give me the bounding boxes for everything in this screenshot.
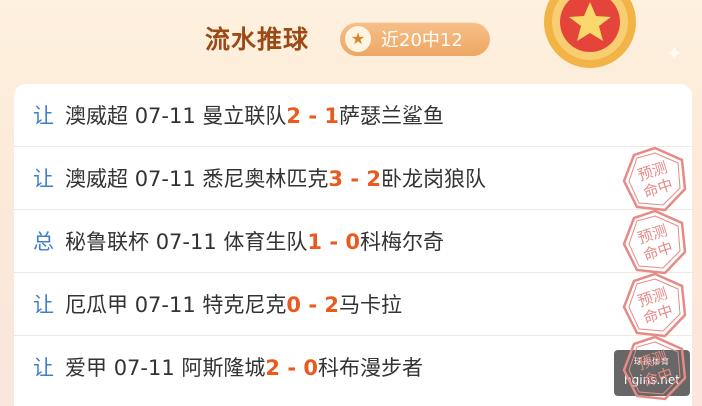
match-text: 澳威超 07-11 曼立联队2 - 1萨瑟兰鲨鱼 <box>65 100 444 130</box>
match-text: 秘鲁联杯 07-11 体育生队1 - 0科梅尔奇 <box>65 226 444 256</box>
match-date: 07-11 <box>155 230 217 254</box>
home-team: 体育生队 <box>223 230 308 254</box>
prediction-hit-stamp: 预测命中 <box>622 209 687 275</box>
away-score: 0 <box>303 356 318 380</box>
away-score: 0 <box>345 230 360 254</box>
score-separator: - <box>343 167 367 191</box>
bet-type-label: 让 <box>33 293 54 317</box>
away-team: 萨瑟兰鲨鱼 <box>339 104 444 128</box>
score-separator: - <box>301 293 325 317</box>
league-name: 爱甲 <box>65 356 107 380</box>
away-team: 科梅尔奇 <box>360 230 444 254</box>
bet-type-label: 让 <box>33 167 54 191</box>
record-badge: ★ 近20中12 <box>340 22 490 56</box>
away-team: 马卡拉 <box>339 293 402 317</box>
record-text: 近20中12 <box>381 30 463 51</box>
match-date: 07-11 <box>134 167 196 191</box>
bet-type-label: 让 <box>33 356 54 380</box>
match-row[interactable]: 让厄瓜甲 07-11 特克尼克0 - 2马卡拉 <box>14 273 692 336</box>
away-team: 科布漫步者 <box>318 356 423 380</box>
star-icon: ★ <box>345 26 371 52</box>
away-score: 2 <box>366 167 381 191</box>
match-date: 07-11 <box>113 356 175 380</box>
match-text: 厄瓜甲 07-11 特克尼克0 - 2马卡拉 <box>65 289 402 319</box>
home-team: 曼立联队 <box>202 104 287 128</box>
away-score: 2 <box>324 293 339 317</box>
match-date: 07-11 <box>134 293 196 317</box>
page: ✦ 流水推球 ★ 近20中12 让澳威超 07-11 曼立联队2 - 1萨瑟兰鲨… <box>0 0 702 406</box>
match-row[interactable]: 让澳威超 07-11 曼立联队2 - 1萨瑟兰鲨鱼 <box>14 84 692 147</box>
league-name: 澳威超 <box>65 167 128 191</box>
home-team: 悉尼奥林匹克 <box>202 167 329 191</box>
away-team: 卧龙岗狼队 <box>381 167 486 191</box>
score-separator: - <box>301 104 325 128</box>
home-score: 2 <box>265 356 281 380</box>
prediction-hit-stamp: 预测命中 <box>622 146 687 212</box>
home-team: 阿斯隆城 <box>181 356 266 380</box>
home-score: 0 <box>286 293 302 317</box>
home-score: 2 <box>286 104 302 128</box>
score-separator: - <box>322 230 346 254</box>
match-row[interactable]: 让爱甲 07-11 阿斯隆城2 - 0科布漫步者 <box>14 336 692 398</box>
home-team: 特克尼克 <box>202 293 287 317</box>
page-title: 流水推球 <box>205 25 310 54</box>
match-date: 07-11 <box>134 104 196 128</box>
league-name: 秘鲁联杯 <box>65 230 149 254</box>
bet-type-label: 总 <box>33 230 54 254</box>
league-name: 澳威超 <box>65 104 128 128</box>
bet-type-label: 让 <box>33 104 54 128</box>
prediction-hit-stamp: 预测命中 <box>622 272 687 338</box>
match-text: 爱甲 07-11 阿斯隆城2 - 0科布漫步者 <box>65 352 423 382</box>
home-score: 1 <box>307 230 323 254</box>
match-list: 让澳威超 07-11 曼立联队2 - 1萨瑟兰鲨鱼让澳威超 07-11 悉尼奥林… <box>14 84 692 406</box>
match-row[interactable]: 总秘鲁联杯 07-11 体育生队1 - 0科梅尔奇 <box>14 210 692 273</box>
prediction-hit-stamp: 预测命中 <box>622 335 687 401</box>
away-score: 1 <box>324 104 339 128</box>
medal-icon <box>544 0 636 68</box>
match-row[interactable]: 让澳威超 07-11 悉尼奥林匹克3 - 2卧龙岗狼队 <box>14 147 692 210</box>
match-text: 澳威超 07-11 悉尼奥林匹克3 - 2卧龙岗狼队 <box>65 163 486 193</box>
league-name: 厄瓜甲 <box>65 293 128 317</box>
sparkle-icon: ✦ <box>665 42 684 67</box>
score-separator: - <box>280 356 304 380</box>
home-score: 3 <box>328 167 344 191</box>
